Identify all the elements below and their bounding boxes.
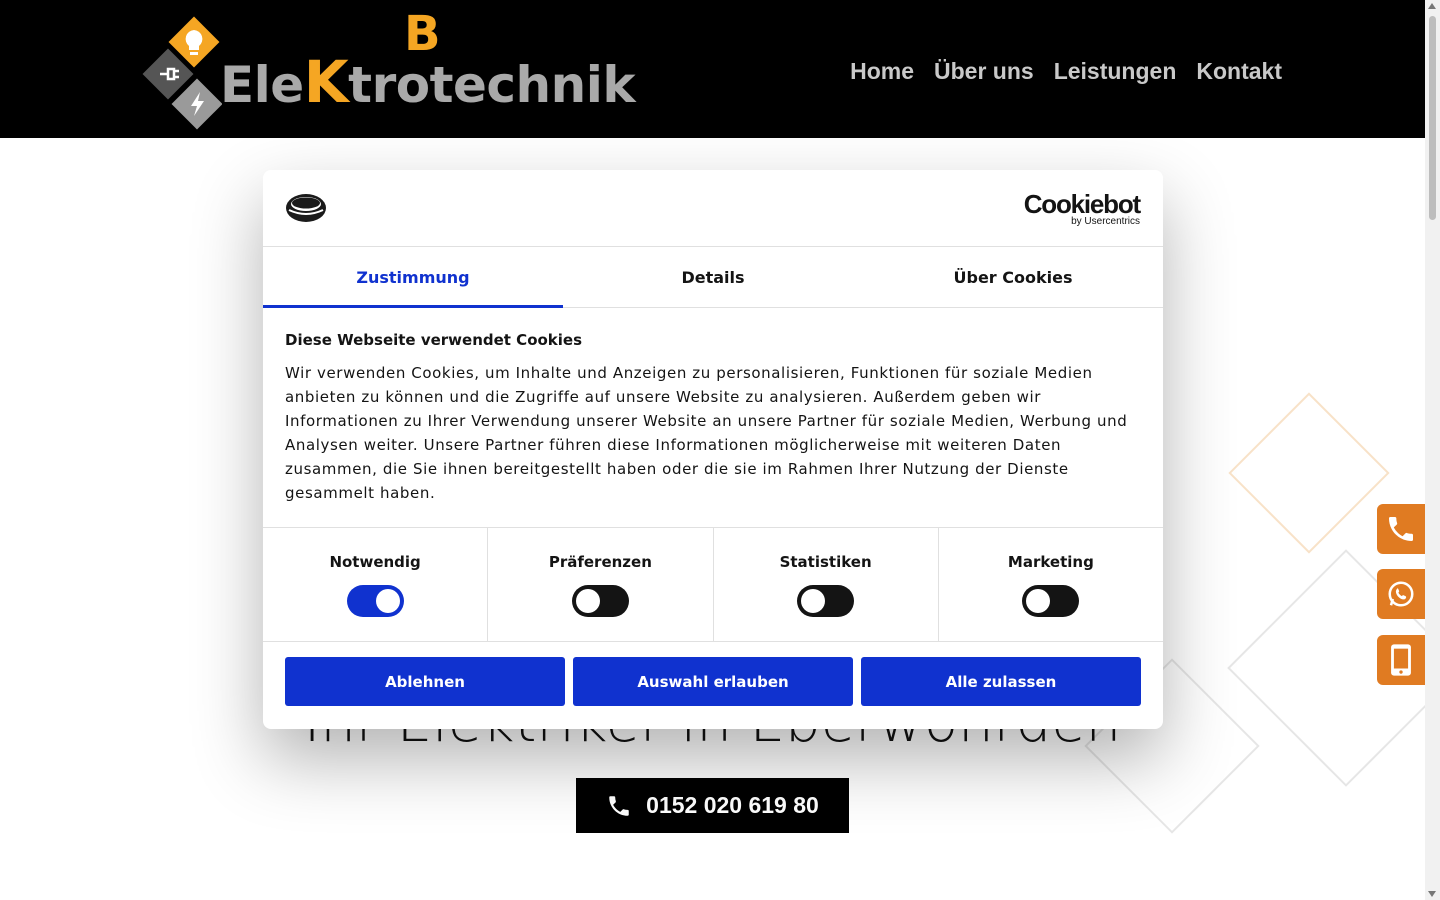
switch-knob <box>575 589 600 613</box>
logo-text-k: K <box>303 48 349 116</box>
mobile-icon <box>1391 644 1411 676</box>
main-nav: Home Über uns Leistungen Kontakt <box>850 58 1282 85</box>
toggle-notwendig: Notwendig <box>263 528 489 641</box>
toggle-label: Marketing <box>1007 553 1094 571</box>
toggle-label: Notwendig <box>329 553 421 571</box>
scroll-up-icon[interactable] <box>1428 3 1436 9</box>
page-scrollbar[interactable] <box>1425 0 1440 900</box>
statistiken-switch[interactable] <box>797 585 855 617</box>
toggle-praeferenzen: Präferenzen <box>488 528 714 641</box>
phone-icon <box>1389 517 1413 541</box>
praeferenzen-switch[interactable] <box>571 585 629 617</box>
tab-ueber-cookies[interactable]: Über Cookies <box>863 247 1163 307</box>
tab-zustimmung[interactable]: Zustimmung <box>263 247 563 308</box>
switch-knob <box>375 589 400 613</box>
site-logo[interactable]: B EleKtrotechnik <box>142 6 636 134</box>
switch-knob <box>1026 589 1051 613</box>
dialog-actions: Ablehnen Auswahl erlauben Alle zulassen <box>263 642 1163 721</box>
allow-selection-button[interactable]: Auswahl erlauben <box>573 657 853 706</box>
toggle-label: Statistiken <box>779 553 872 571</box>
hero-phone-number: 0152 020 619 80 <box>646 792 819 818</box>
toggle-statistiken: Statistiken <box>714 528 939 641</box>
dialog-description: Wir verwenden Cookies, um Inhalte und An… <box>285 364 1128 502</box>
allow-all-button[interactable]: Alle zulassen <box>861 657 1141 706</box>
dialog-title: Diese Webseite verwendet Cookies <box>285 331 583 349</box>
whatsapp-icon <box>1388 581 1414 607</box>
logo-text-post: trotechnik <box>348 56 636 114</box>
hero-call-button[interactable]: 0152 020 619 80 <box>576 778 849 833</box>
cookie-icon <box>286 194 326 222</box>
cookie-consent-dialog: Cookiebot by Usercentrics Zustimmung Det… <box>263 170 1163 729</box>
cookiebot-name: Cookiebot <box>1023 189 1142 219</box>
consent-toggles: Notwendig Präferenzen Statistiken Market… <box>263 528 1163 642</box>
side-phone-button[interactable] <box>1377 504 1425 554</box>
scroll-down-icon[interactable] <box>1428 891 1436 897</box>
nav-ueber-uns[interactable]: Über uns <box>934 58 1034 85</box>
nav-kontakt[interactable]: Kontakt <box>1196 58 1282 85</box>
notwendig-switch[interactable] <box>346 585 404 617</box>
switch-knob <box>801 589 826 613</box>
dialog-body: Diese Webseite verwendet Cookies Wir ver… <box>263 308 1163 528</box>
logo-text-pre: Ele <box>220 56 304 114</box>
nav-leistungen[interactable]: Leistungen <box>1054 58 1177 85</box>
toggle-marketing: Marketing <box>939 528 1163 641</box>
decline-button[interactable]: Ablehnen <box>285 657 565 706</box>
tab-details[interactable]: Details <box>563 247 863 307</box>
marketing-switch[interactable] <box>1022 585 1080 617</box>
side-mobile-button[interactable] <box>1377 635 1425 685</box>
logo-wordmark: EleKtrotechnik <box>220 48 636 116</box>
toggle-label: Präferenzen <box>548 553 652 571</box>
scrollbar-thumb[interactable] <box>1429 16 1436 220</box>
logo-diamonds-icon <box>142 16 222 130</box>
site-header: B EleKtrotechnik Home Über uns Leistunge… <box>0 0 1425 138</box>
dialog-tabs: Zustimmung Details Über Cookies <box>263 247 1163 308</box>
phone-icon <box>609 795 629 816</box>
side-whatsapp-button[interactable] <box>1377 569 1425 619</box>
dialog-header: Cookiebot by Usercentrics <box>263 170 1163 247</box>
cookiebot-brand[interactable]: Cookiebot by Usercentrics <box>1023 189 1142 227</box>
nav-home[interactable]: Home <box>850 58 914 85</box>
